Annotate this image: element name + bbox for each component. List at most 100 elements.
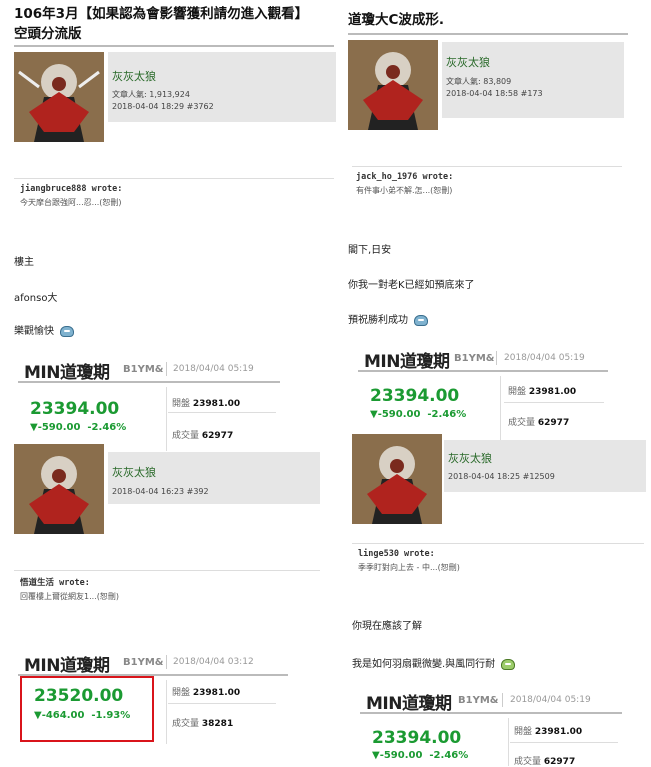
quote-datetime: 2018/04/04 05:19 bbox=[173, 364, 254, 374]
quote-block: jiangbruce888 wrote: 今天摩台跟強阿...忍...(恕刪) bbox=[14, 178, 334, 216]
stock-quote-card[interactable]: MIN道瓊期 B1YM& 2018/04/04 05:19 23394.00 ▼… bbox=[360, 686, 622, 767]
title-line-1: 106年3月【如果認為會影響獲利請勿進入觀看】 bbox=[14, 6, 309, 22]
post-stats: 文章人氣: 1,913,924 bbox=[112, 90, 190, 99]
instrument-code: B1YM& bbox=[454, 353, 495, 364]
open-label: 開盤 bbox=[514, 727, 533, 737]
post-text-line: 預祝勝利成功 bbox=[348, 311, 428, 326]
divider bbox=[500, 376, 501, 440]
last-price: 23394.00 bbox=[370, 386, 460, 406]
volume-label: 成交量 bbox=[172, 719, 200, 729]
open-value: 23981.00 bbox=[192, 688, 241, 698]
open-value: 23981.00 bbox=[528, 387, 577, 397]
volume-value: 62977 bbox=[201, 431, 234, 441]
change-value: ▼-464.00 bbox=[34, 710, 85, 721]
quote-text: 季季盯對向上去 - 中...(恕刪) bbox=[358, 563, 460, 572]
title-divider bbox=[14, 45, 334, 47]
price-change: ▼-590.00 -2.46% bbox=[30, 422, 126, 433]
post-text: 你我一對老K已經如預底來了 bbox=[348, 280, 475, 291]
post-text-line: 樂觀愉快 bbox=[14, 322, 74, 337]
change-percent: -2.46% bbox=[87, 422, 127, 433]
volume-label: 成交量 bbox=[508, 418, 536, 428]
avatar[interactable] bbox=[352, 434, 442, 524]
quote-datetime: 2018/04/04 03:12 bbox=[173, 657, 254, 667]
change-value: ▼-590.00 bbox=[372, 750, 423, 761]
divider bbox=[510, 742, 618, 743]
divider bbox=[504, 402, 604, 403]
instrument-name: MIN道瓊期 bbox=[364, 352, 450, 372]
stock-quote-card[interactable]: MIN道瓊期 B1YM& 2018/04/04 03:12 23520.00 ▼… bbox=[18, 648, 288, 744]
post-text: afonso大 bbox=[14, 293, 58, 304]
price-change: ▼-590.00 -2.46% bbox=[372, 750, 468, 761]
avatar[interactable] bbox=[348, 40, 438, 130]
instrument-name: MIN道瓊期 bbox=[24, 363, 110, 383]
instrument-code: B1YM& bbox=[123, 364, 164, 375]
post-datetime: 2018-04-04 18:58 #173 bbox=[446, 89, 543, 98]
instrument-code: B1YM& bbox=[458, 695, 499, 706]
post-text: 閣下,日安 bbox=[348, 245, 392, 256]
price-change: ▼-464.00 -1.93% bbox=[34, 710, 130, 721]
volume-row: 成交量 62977 bbox=[508, 415, 569, 428]
quote-text: 回覆樓上爾從網友1...(恕刪) bbox=[20, 592, 119, 601]
change-value: ▼-590.00 bbox=[370, 409, 421, 420]
change-percent: -1.93% bbox=[91, 710, 131, 721]
quote-datetime: 2018/04/04 05:19 bbox=[510, 695, 591, 705]
blue-smiley-icon bbox=[414, 314, 428, 326]
post-profile: 灰灰太狼 2018-04-04 18:25 #12509 bbox=[444, 440, 646, 492]
green-smiley-icon bbox=[501, 658, 516, 670]
open-value: 23981.00 bbox=[192, 399, 241, 409]
change-percent: -2.46% bbox=[427, 409, 467, 420]
post-datetime: 2018-04-04 18:25 #12509 bbox=[448, 472, 555, 481]
divider bbox=[508, 718, 509, 766]
title-divider bbox=[348, 33, 628, 35]
volume-row: 成交量 38281 bbox=[172, 716, 233, 729]
quote-author[interactable]: 悟道生活 wrote: bbox=[20, 576, 320, 588]
avatar-image bbox=[14, 444, 104, 534]
volume-value: 62977 bbox=[537, 418, 570, 428]
blue-smiley-icon bbox=[60, 325, 74, 337]
divider bbox=[166, 655, 167, 669]
post-profile: 灰灰太狼 文章人氣: 1,913,924 2018-04-04 18:29 #3… bbox=[108, 52, 336, 122]
left-thread-title[interactable]: 106年3月【如果認為會影響獲利請勿進入觀看】 空頭分流版 bbox=[14, 4, 334, 44]
instrument-code: B1YM& bbox=[123, 657, 164, 668]
volume-row: 成交量 62977 bbox=[514, 754, 575, 767]
username[interactable]: 灰灰太狼 bbox=[446, 54, 490, 70]
open-row: 開盤 23981.00 bbox=[172, 685, 240, 698]
avatar[interactable] bbox=[14, 444, 104, 534]
avatar[interactable] bbox=[14, 52, 104, 142]
username[interactable]: 灰灰太狼 bbox=[112, 464, 156, 480]
quote-author[interactable]: jack_ho_1976 wrote: bbox=[356, 172, 622, 182]
last-price: 23520.00 bbox=[34, 686, 124, 706]
quote-text: 有件事小弟不解.怎...(恕刪) bbox=[356, 186, 453, 195]
username[interactable]: 灰灰太狼 bbox=[112, 68, 156, 84]
quote-block: linge530 wrote: 季季盯對向上去 - 中...(恕刪) bbox=[352, 543, 644, 579]
stock-quote-card[interactable]: MIN道瓊期 B1YM& 2018/04/04 05:19 23394.00 ▼… bbox=[358, 344, 608, 440]
divider bbox=[166, 387, 167, 451]
instrument-name: MIN道瓊期 bbox=[366, 694, 452, 714]
post-text-line: 我是如何羽扇觀微變.與風同行耐 bbox=[352, 655, 516, 670]
stock-quote-card[interactable]: MIN道瓊期 B1YM& 2018/04/04 05:19 23394.00 ▼… bbox=[18, 355, 280, 451]
post-text: 樂觀愉快 bbox=[14, 326, 54, 337]
post-text: 我是如何羽扇觀微變.與風同行耐 bbox=[352, 659, 496, 670]
username[interactable]: 灰灰太狼 bbox=[448, 450, 492, 466]
post-profile: 灰灰太狼 文章人氣: 83,809 2018-04-04 18:58 #173 bbox=[442, 42, 624, 118]
title-line-2: 空頭分流版 bbox=[14, 26, 82, 42]
open-value: 23981.00 bbox=[534, 727, 583, 737]
quote-text: 今天摩台跟強阿...忍...(恕刪) bbox=[20, 198, 122, 207]
divider bbox=[502, 693, 503, 707]
avatar-image bbox=[14, 52, 104, 142]
quote-author[interactable]: linge530 wrote: bbox=[358, 549, 644, 559]
post-text: 你現在應該了解 bbox=[352, 621, 422, 632]
change-value: ▼-590.00 bbox=[30, 422, 81, 433]
divider bbox=[166, 362, 167, 376]
last-price: 23394.00 bbox=[30, 399, 120, 419]
volume-row: 成交量 62977 bbox=[172, 428, 233, 441]
divider bbox=[168, 703, 276, 704]
volume-value: 38281 bbox=[201, 719, 234, 729]
quote-author[interactable]: jiangbruce888 wrote: bbox=[20, 184, 334, 194]
right-thread-title[interactable]: 道瓊大C波成形. bbox=[348, 10, 628, 30]
price-change: ▼-590.00 -2.46% bbox=[370, 409, 466, 420]
quote-datetime: 2018/04/04 05:19 bbox=[504, 353, 585, 363]
post-datetime: 2018-04-04 18:29 #3762 bbox=[112, 102, 214, 111]
divider bbox=[166, 680, 167, 744]
open-label: 開盤 bbox=[172, 399, 191, 409]
